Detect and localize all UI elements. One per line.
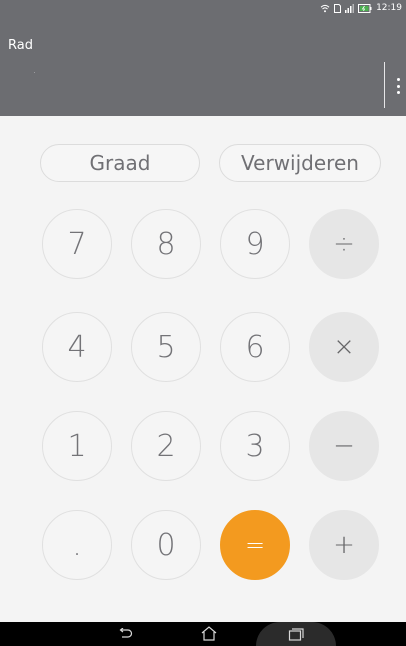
degree-toggle-button[interactable]: Graad — [40, 144, 200, 182]
more-options-icon[interactable] — [394, 78, 402, 94]
battery-icon — [358, 3, 372, 13]
key-0[interactable]: 0 — [131, 510, 201, 580]
key-multiply[interactable]: × — [309, 312, 379, 382]
key-equals[interactable]: = — [220, 510, 290, 580]
recent-apps-icon[interactable] — [285, 624, 307, 644]
delete-button[interactable]: Verwijderen — [219, 144, 381, 182]
angle-mode-label: Rad — [8, 38, 33, 53]
key-6[interactable]: 6 — [220, 312, 290, 382]
status-icons: 12:19 — [320, 3, 402, 13]
home-icon[interactable] — [198, 624, 220, 644]
clock: 12:19 — [376, 3, 402, 13]
calculator-display: Rad — [0, 18, 406, 116]
key-9[interactable]: 9 — [220, 209, 290, 279]
key-2[interactable]: 2 — [131, 411, 201, 481]
sim-icon — [334, 3, 342, 13]
status-bar: 12:19 — [0, 0, 406, 18]
key-7[interactable]: 7 — [42, 209, 112, 279]
key-add[interactable]: + — [309, 510, 379, 580]
key-4[interactable]: 4 — [42, 312, 112, 382]
key-subtract[interactable]: − — [309, 411, 379, 481]
key-8[interactable]: 8 — [131, 209, 201, 279]
key-3[interactable]: 3 — [220, 411, 290, 481]
display-artifact — [34, 72, 35, 73]
key-1[interactable]: 1 — [42, 411, 112, 481]
wifi-icon — [320, 4, 330, 13]
key-divide[interactable]: ÷ — [309, 209, 379, 279]
key-decimal[interactable]: . — [42, 510, 112, 580]
signal-icon — [345, 3, 355, 13]
key-5[interactable]: 5 — [131, 312, 201, 382]
back-icon[interactable] — [114, 624, 136, 644]
display-divider — [384, 62, 385, 108]
navigation-bar — [0, 622, 406, 646]
